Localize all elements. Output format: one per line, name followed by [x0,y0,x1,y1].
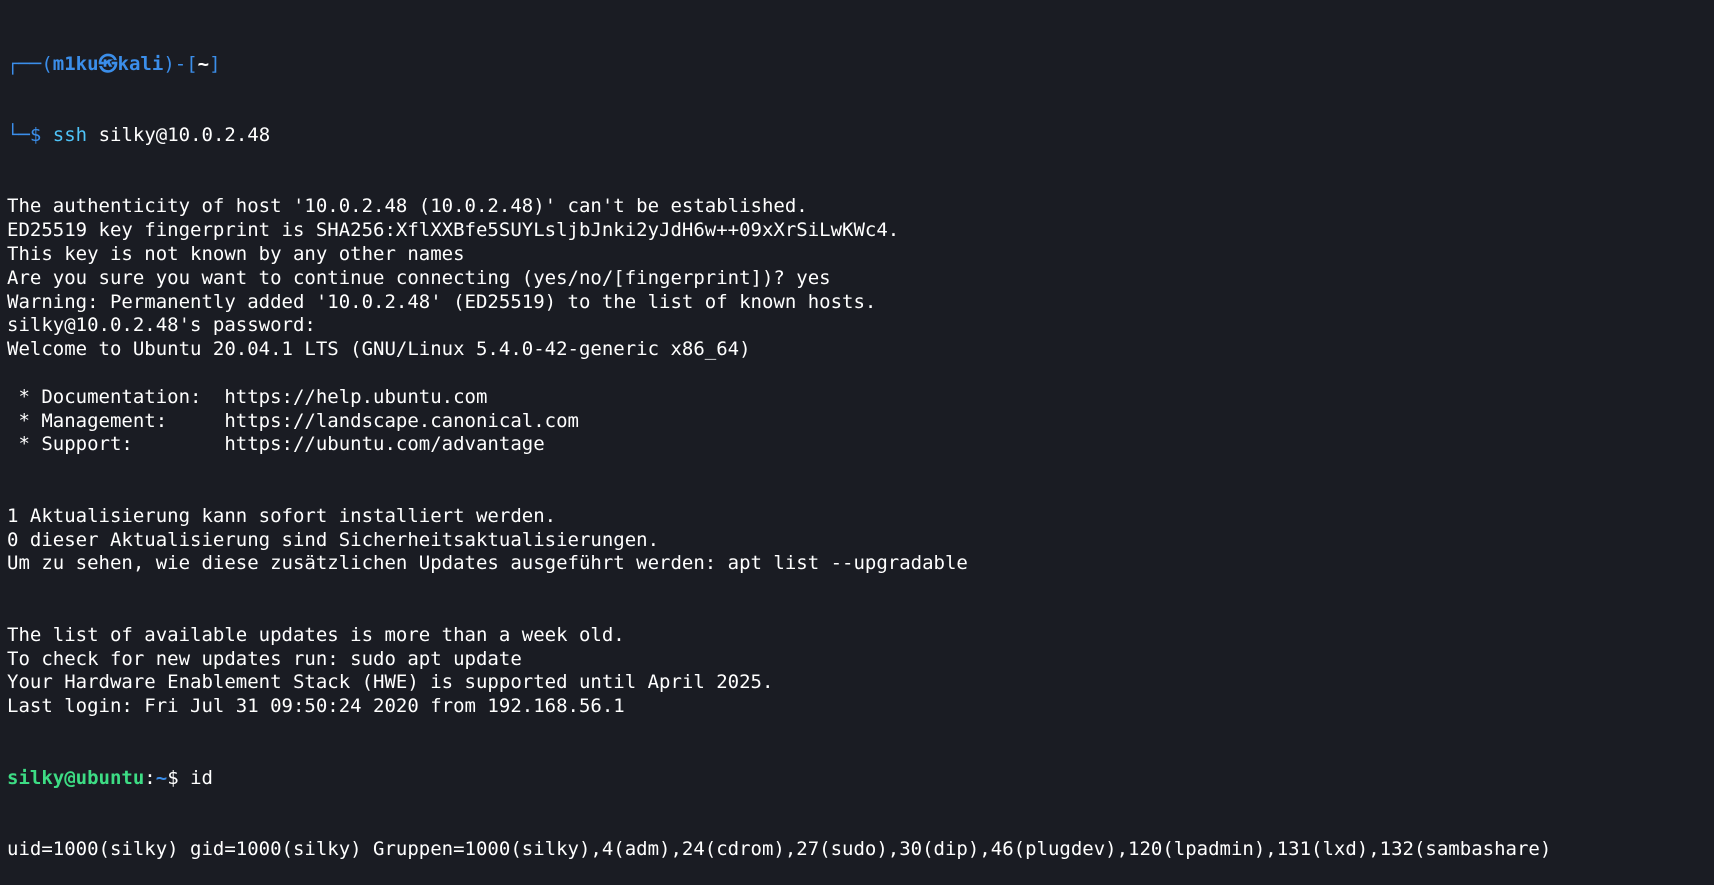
output-line: To check for new updates run: sudo apt u… [7,647,522,670]
output-line: * Documentation: https://help.ubuntu.com [7,385,488,408]
kali-prompt-line: ┌──(m1ku㉿kali)-[~] [7,53,1714,77]
output-line: * Support: https://ubuntu.com/advantage [7,433,545,456]
ubuntu-command: id [178,766,213,789]
ubuntu-prompt-line: silky@ubuntu:~$ id [7,767,1714,791]
ubuntu-user-host: silky@ubuntu [7,766,145,789]
output-line: Are you sure you want to continue connec… [7,266,831,289]
output-line: 0 dieser Aktualisierung sind Sicherheits… [7,528,660,551]
output-line: The authenticity of host '10.0.2.48 (10.… [7,195,808,218]
prompt-separator: )-[ [163,52,198,75]
prompt-dollar: $ [29,123,42,146]
output-line: Um zu sehen, wie diese zusätzlichen Upda… [7,552,968,575]
ubuntu-path: ~ [155,766,168,789]
output-line: This key is not known by any other names [7,242,465,265]
prompt-user: m1ku [52,52,99,75]
terminal-window[interactable]: ┌──(m1ku㉿kali)-[~] └─$ ssh silky@10.0.2.… [0,0,1714,860]
output-line: Your Hardware Enablement Stack (HWE) is … [7,671,774,694]
ubuntu-dollar: $ [167,766,179,789]
prompt-close-bracket: ] [209,52,221,75]
ubuntu-colon: : [144,766,156,789]
prompt-host: kali [117,52,164,75]
output-line: ED25519 key fingerprint is SHA256:XflXXB… [7,219,900,242]
output-line: Warning: Permanently added '10.0.2.48' (… [7,290,877,313]
ssh-output-block: The authenticity of host '10.0.2.48 (10.… [7,195,1714,719]
ssh-command-line: └─$ ssh silky@10.0.2.48 [7,124,1714,148]
output-line: silky@10.0.2.48's password: [7,314,316,337]
output-line: 1 Aktualisierung kann sofort installiert… [7,504,557,527]
output-line: Last login: Fri Jul 31 09:50:24 2020 fro… [7,695,625,718]
output-line: Welcome to Ubuntu 20.04.1 LTS (GNU/Linux… [7,338,751,361]
output-line: The list of available updates is more th… [7,623,625,646]
command-args: silky@10.0.2.48 [87,123,271,146]
prompt-frame-top: ┌──( [7,52,53,75]
command-name: ssh [52,123,88,146]
output-line: * Management: https://landscape.canonica… [7,409,579,432]
prompt-frame-bottom: └─ [7,123,30,146]
id-output-line: uid=1000(silky) gid=1000(silky) Gruppen=… [7,837,1552,860]
prompt-at-symbol: ㉿ [98,52,118,75]
prompt-path: ~ [197,52,210,75]
